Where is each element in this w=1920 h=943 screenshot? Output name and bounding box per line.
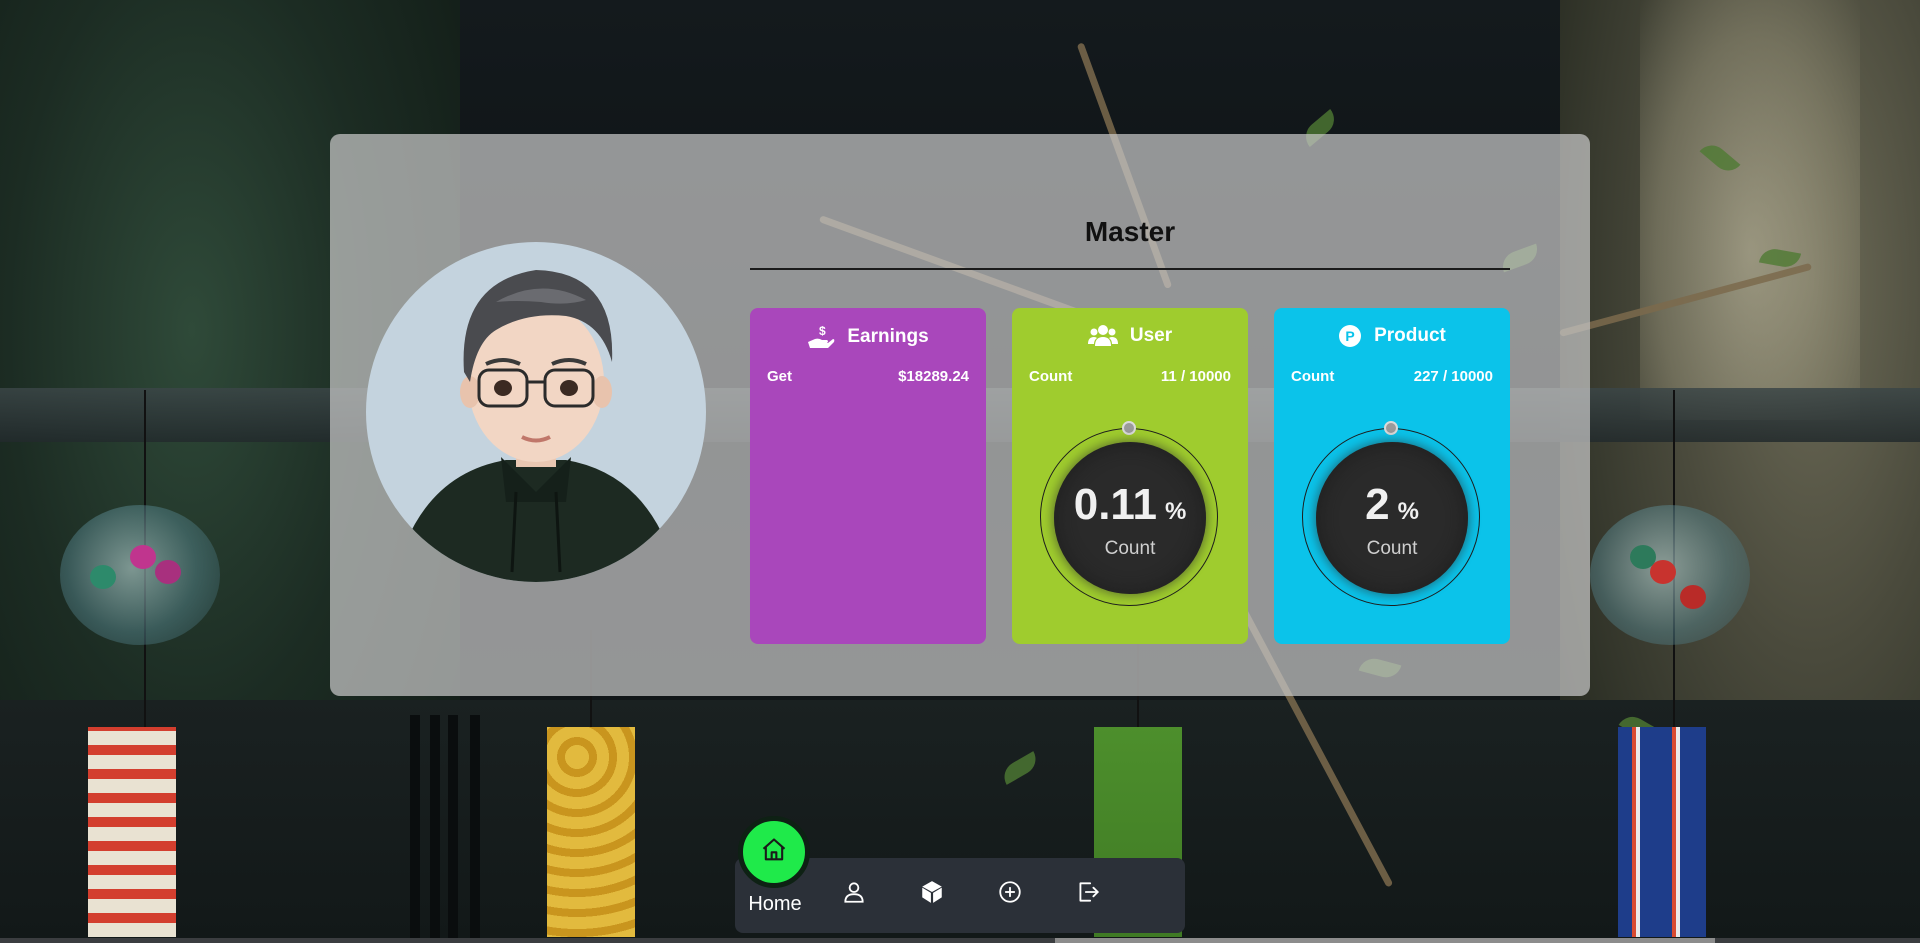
earnings-header: $ Earnings: [750, 324, 986, 350]
user-gauge-label: Count: [1104, 537, 1156, 559]
scrollbar-thumb[interactable]: [1055, 938, 1715, 943]
user-row-value: 11 / 10000: [1160, 368, 1231, 385]
product-gauge-label: Count: [1366, 537, 1418, 559]
product-title: Product: [1374, 325, 1446, 346]
hand-dollar-icon: $: [807, 324, 835, 350]
avatar: [366, 242, 706, 582]
product-gauge: 2% Count: [1300, 421, 1484, 610]
user-header: User: [1012, 324, 1248, 348]
nav-logout-button[interactable]: [1072, 878, 1104, 910]
product-gauge-knob: [1384, 421, 1398, 435]
logout-icon: [1075, 879, 1101, 910]
nav-home-button[interactable]: [738, 816, 810, 888]
plus-circle-icon: [997, 879, 1023, 910]
nav-profile-button[interactable]: [838, 878, 870, 910]
earnings-row-value: $18289.24: [898, 368, 969, 385]
product-card: P Product Count 227 / 10000 2% Count: [1274, 308, 1510, 644]
user-gauge-value: 0.11: [1073, 479, 1157, 529]
nav-products-button[interactable]: [916, 878, 948, 910]
product-header: P Product: [1274, 324, 1510, 348]
user-gauge: 0.11% Count: [1038, 421, 1222, 610]
product-gauge-unit: %: [1397, 497, 1419, 525]
user-gauge-knob: [1122, 421, 1136, 435]
title-divider: [750, 268, 1510, 270]
user-icon: [841, 879, 867, 910]
nav-add-button[interactable]: [994, 878, 1026, 910]
product-p-icon: P: [1338, 324, 1362, 348]
product-row-label: Count: [1291, 368, 1335, 385]
product-gauge-value-wrap: 2%: [1365, 479, 1419, 534]
nav-home-label[interactable]: Home: [740, 893, 810, 916]
users-icon: [1087, 324, 1118, 348]
cube-icon: [919, 879, 945, 910]
user-row: Count 11 / 10000: [1029, 368, 1231, 385]
earnings-title: Earnings: [847, 326, 929, 347]
product-row: Count 227 / 10000: [1291, 368, 1493, 385]
horizontal-scrollbar[interactable]: [0, 938, 1920, 943]
svg-text:$: $: [819, 324, 826, 338]
profile-name: Master: [1084, 216, 1176, 247]
home-icon: [760, 836, 788, 869]
product-gauge-core: 2% Count: [1316, 442, 1468, 594]
user-gauge-core: 0.11% Count: [1054, 442, 1206, 594]
profile-card: Master $ Earnings Get $18289.24 User Cou…: [330, 134, 1590, 696]
earnings-row-label: Get: [767, 368, 793, 385]
product-row-value: 227 / 10000: [1413, 368, 1493, 385]
user-gauge-value-wrap: 0.11%: [1073, 479, 1187, 534]
earnings-card: $ Earnings Get $18289.24: [750, 308, 986, 644]
product-gauge-value: 2: [1365, 479, 1390, 529]
user-title: User: [1129, 325, 1173, 346]
earnings-row: Get $18289.24: [767, 368, 969, 385]
svg-text:P: P: [1345, 328, 1354, 344]
user-row-label: Count: [1029, 368, 1073, 385]
user-gauge-unit: %: [1164, 497, 1187, 525]
user-card: User Count 11 / 10000 0.11% Count: [1012, 308, 1248, 644]
